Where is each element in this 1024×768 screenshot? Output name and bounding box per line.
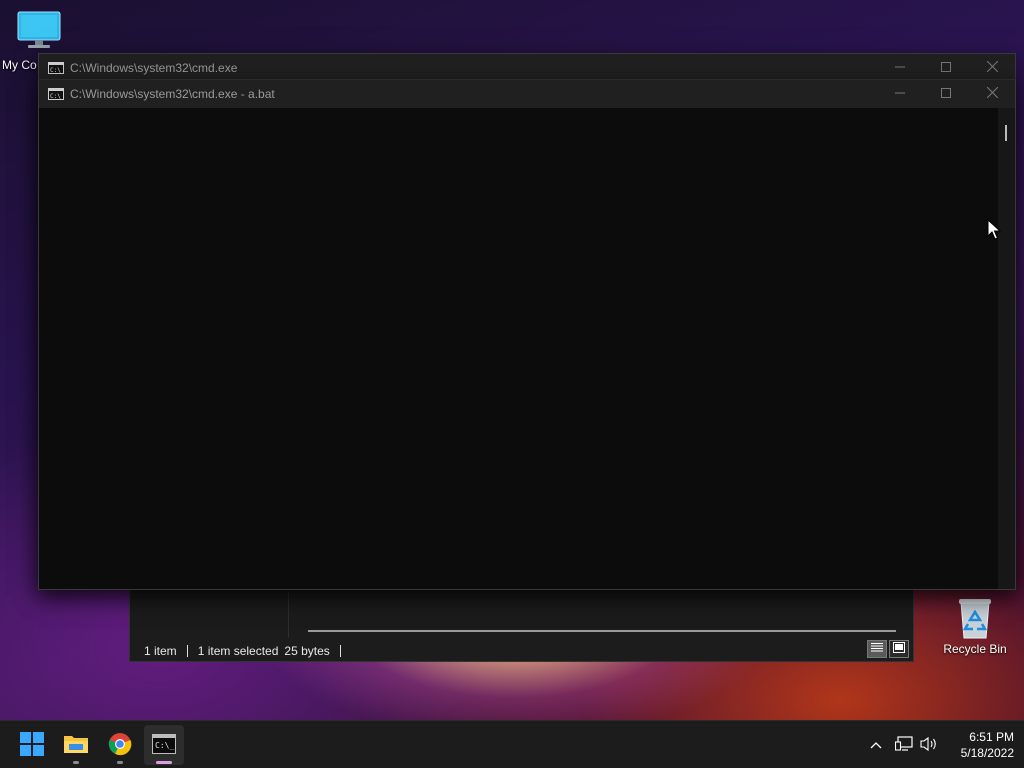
details-view-icon: [871, 642, 883, 656]
start-button[interactable]: [12, 725, 52, 765]
desktop-icon-label: Recycle Bin: [943, 642, 1007, 656]
svg-text:C:\: C:\: [50, 93, 61, 100]
pane-divider: [288, 592, 289, 638]
folder-icon: [63, 733, 89, 758]
title-bar[interactable]: C:\ C:\Windows\system32\cmd.exe - a.bat: [39, 80, 1015, 108]
horizontal-scrollbar[interactable]: [308, 630, 896, 632]
chevron-up-icon: [870, 738, 882, 752]
running-indicator: [73, 761, 79, 764]
windows-logo-icon: [20, 731, 44, 759]
taskbar-chrome[interactable]: [100, 725, 140, 765]
svg-text:C:\: C:\: [50, 67, 61, 74]
cmd-window-front[interactable]: C:\ C:\Windows\system32\cmd.exe - a.bat: [38, 79, 1016, 590]
status-bar: 1 item 1 item selected 25 bytes: [144, 644, 351, 658]
minimize-button[interactable]: [877, 80, 923, 108]
maximize-button[interactable]: [923, 80, 969, 108]
monitor-icon: [17, 10, 61, 53]
volume-button[interactable]: [918, 721, 940, 768]
close-button[interactable]: [969, 54, 1015, 82]
file-explorer-window: 1 item 1 item selected 25 bytes: [129, 585, 914, 662]
maximize-icon: [941, 61, 951, 75]
maximize-icon: [941, 87, 951, 101]
mouse-pointer-icon: [987, 218, 1002, 244]
maximize-button[interactable]: [923, 54, 969, 82]
status-selected: 1 item selected: [197, 644, 279, 658]
large-icons-view-icon: [893, 642, 905, 656]
status-separator: [186, 645, 188, 657]
taskbar: C:\_ 6:51 PM 5/18/2022: [0, 720, 1024, 768]
network-button[interactable]: [893, 721, 915, 768]
taskbar-file-explorer[interactable]: [56, 725, 96, 765]
large-icons-view-button[interactable]: [889, 640, 909, 658]
clock-button[interactable]: 6:51 PM 5/18/2022: [944, 729, 1014, 761]
title-bar[interactable]: C:\ C:\Windows\system32\cmd.exe: [39, 54, 1015, 82]
active-indicator: [156, 761, 172, 764]
network-icon: [894, 735, 913, 755]
details-view-button[interactable]: [867, 640, 887, 658]
window-title: C:\Windows\system32\cmd.exe: [70, 61, 238, 75]
status-item-count: 1 item: [144, 644, 177, 658]
svg-text:C:\_: C:\_: [155, 741, 174, 750]
clock-time: 6:51 PM: [969, 730, 1014, 744]
desktop-icon-label: My Co: [2, 58, 37, 72]
minimize-button[interactable]: [877, 54, 923, 82]
running-indicator: [117, 761, 123, 764]
status-size: 25 bytes: [284, 644, 330, 658]
recycle-bin-icon: [935, 596, 1015, 642]
chrome-icon: [108, 732, 132, 759]
taskbar-cmd[interactable]: C:\_: [144, 725, 184, 765]
status-separator: [339, 645, 341, 657]
show-hidden-icons-button[interactable]: [866, 721, 886, 768]
vertical-scrollbar[interactable]: [998, 108, 1015, 589]
console-output[interactable]: [39, 108, 999, 589]
scrollbar-thumb[interactable]: [1005, 125, 1007, 141]
minimize-icon: [895, 61, 905, 75]
close-icon: [986, 60, 998, 75]
close-button[interactable]: [969, 80, 1015, 108]
cmd-icon: C:\_: [152, 733, 176, 757]
window-title: C:\Windows\system32\cmd.exe - a.bat: [70, 87, 275, 101]
desktop-icon-recycle-bin[interactable]: Recycle Bin: [935, 596, 1015, 656]
cmd-icon: C:\: [48, 62, 64, 74]
volume-icon: [920, 736, 938, 755]
minimize-icon: [895, 87, 905, 101]
close-icon: [986, 86, 998, 101]
clock-date: 5/18/2022: [960, 746, 1014, 760]
cmd-icon: C:\: [48, 88, 64, 100]
